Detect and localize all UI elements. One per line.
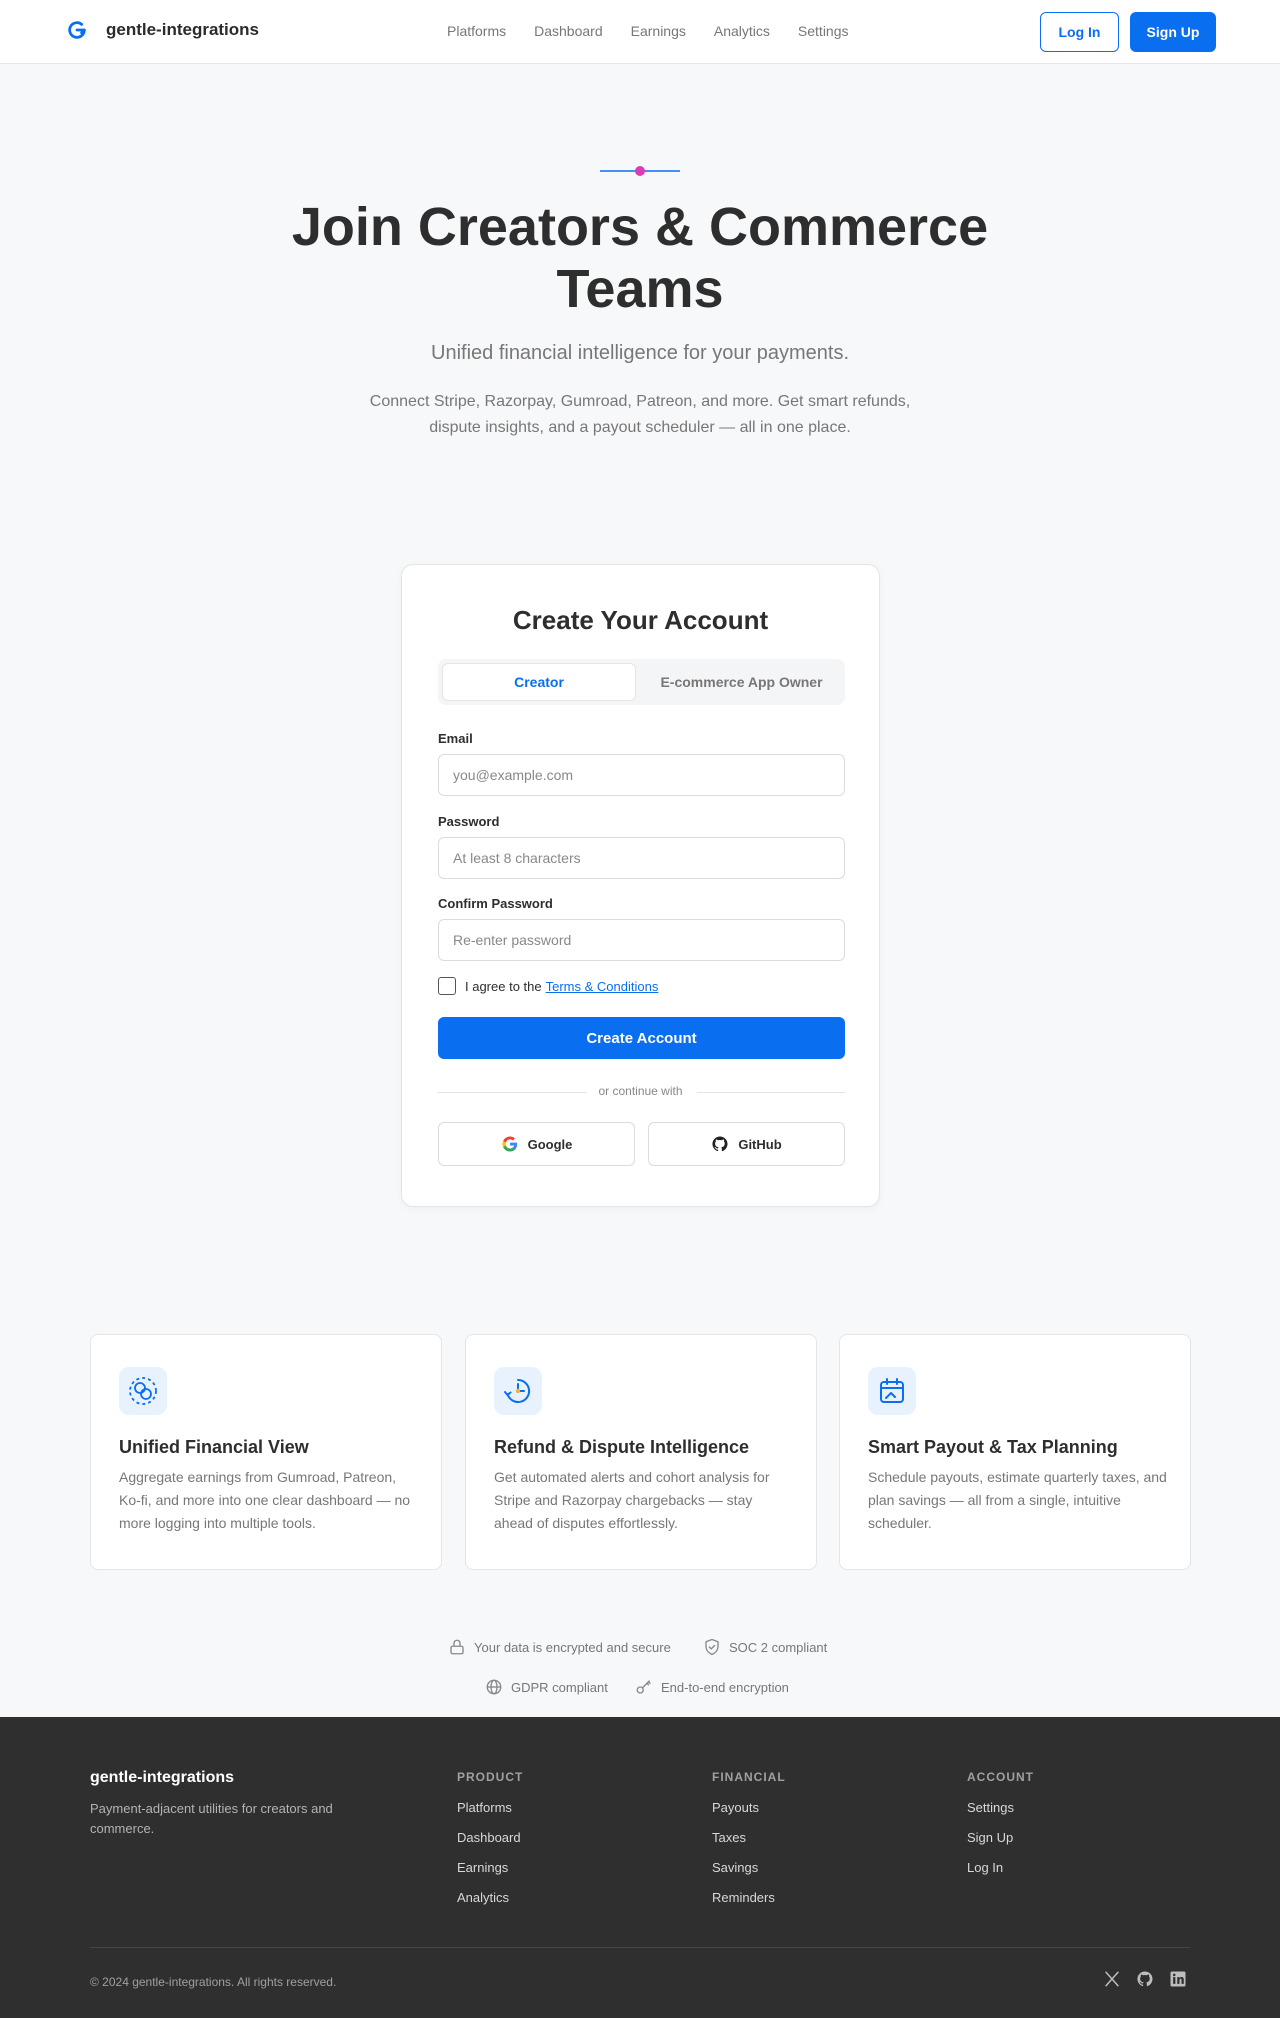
footer-copyright: © 2024 gentle-integrations. All rights r… [90, 1975, 337, 1989]
google-label: Google [527, 1136, 573, 1152]
feature-title: Refund & Dispute Intelligence [494, 1437, 750, 1457]
feature-icon-box [868, 1367, 916, 1415]
logo-icon [68, 21, 86, 39]
globe-icon [486, 1679, 502, 1695]
hero-subtitle: Unified financial intelligence for your … [431, 342, 849, 364]
footer-column-heading: PRODUCT [457, 1770, 524, 1784]
footer-column-account: ACCOUNT Settings Sign Up Log In [967, 1770, 1034, 1875]
github-icon[interactable] [1136, 1970, 1154, 1993]
footer-link-earnings[interactable]: Earnings [457, 1860, 523, 1875]
hero-title: Join Creators & Commerce Teams [291, 197, 989, 319]
brand-logo-link[interactable]: gentle-integrations [66, 19, 259, 41]
calendar-chart-icon [880, 1378, 904, 1403]
footer-tagline: Payment-adjacent utilities for creators … [90, 1801, 333, 1836]
footer-column-financial: FINANCIAL Payouts Taxes Savings Reminder… [712, 1770, 786, 1905]
confirm-password-label: Confirm Password [438, 896, 553, 911]
email-label: Email [438, 731, 473, 746]
footer-link-dashboard[interactable]: Dashboard [457, 1830, 523, 1845]
linkedin-icon[interactable] [1169, 1970, 1187, 1993]
feature-card-payout-tax: Smart Payout & Tax Planning Schedule pay… [839, 1334, 1191, 1570]
signup-card-title: Create Your Account [512, 605, 769, 635]
agree-text: I agree to the [465, 978, 542, 994]
nav-platforms[interactable]: Platforms [447, 23, 506, 39]
feature-icon-box [494, 1367, 542, 1415]
google-icon [502, 1136, 517, 1152]
feature-title: Unified Financial View [119, 1437, 309, 1457]
trust-gdpr-text: GDPR compliant [511, 1679, 608, 1695]
email-field[interactable] [438, 754, 845, 796]
login-button[interactable]: Log In [1040, 12, 1119, 52]
trust-soc2: SOC 2 compliant [703, 1638, 827, 1656]
footer-column-heading: ACCOUNT [967, 1770, 1034, 1784]
footer-link-payouts[interactable]: Payouts [712, 1800, 786, 1815]
footer-link-reminders[interactable]: Reminders [712, 1890, 786, 1905]
shield-check-icon [705, 1638, 719, 1656]
nav-analytics[interactable]: Analytics [714, 23, 770, 39]
tab-creator[interactable]: Creator [442, 663, 636, 701]
nav-dashboard[interactable]: Dashboard [534, 23, 603, 39]
github-signin-button[interactable]: GitHub [648, 1122, 845, 1166]
nav-earnings[interactable]: Earnings [631, 23, 686, 39]
footer-divider [90, 1947, 1190, 1948]
trust-encrypted-text: Your data is encrypted and secure [474, 1639, 671, 1655]
footer-link-signup[interactable]: Sign Up [967, 1830, 1034, 1845]
github-icon [712, 1136, 728, 1152]
trust-encrypted: Your data is encrypted and secure [448, 1638, 671, 1656]
divider-text: or continue with [598, 1084, 683, 1098]
trust-soc2-text: SOC 2 compliant [729, 1639, 828, 1655]
key-icon [636, 1680, 651, 1694]
footer-link-settings[interactable]: Settings [967, 1800, 1034, 1815]
coins-icon [129, 1377, 157, 1405]
account-type-tabs: Creator E-commerce App Owner [438, 659, 845, 705]
password-field[interactable] [438, 837, 845, 879]
terms-checkbox[interactable] [438, 977, 456, 995]
feature-description: Aggregate earnings from Gumroad, Patreon… [119, 1469, 411, 1531]
footer-link-analytics[interactable]: Analytics [457, 1890, 523, 1905]
feature-card-unified-view: Unified Financial View Aggregate earning… [90, 1334, 442, 1570]
footer-column-product: PRODUCT Platforms Dashboard Earnings Ana… [457, 1770, 524, 1905]
github-label: GitHub [738, 1136, 782, 1152]
password-label: Password [438, 814, 500, 829]
site-header: gentle-integrations Platforms Dashboard … [0, 0, 1280, 64]
feature-icon-box [119, 1367, 167, 1415]
tab-ecommerce-app-owner[interactable]: E-commerce App Owner [642, 663, 841, 701]
trust-e2e: End-to-end encryption [635, 1678, 789, 1696]
brand-name: gentle-integrations [106, 20, 260, 39]
site-footer: gentle-integrations Payment-adjacent uti… [0, 1717, 1280, 2018]
terms-agreement: I agree to the Terms & Conditions [438, 977, 658, 995]
feature-card-refund-dispute: Refund & Dispute Intelligence Get automa… [465, 1334, 817, 1570]
lock-icon [450, 1639, 464, 1655]
refund-chart-icon [504, 1378, 531, 1403]
hero-description: Connect Stripe, Razorpay, Gumroad, Patre… [369, 393, 911, 436]
footer-link-login[interactable]: Log In [967, 1860, 1034, 1875]
google-signin-button[interactable]: Google [438, 1122, 635, 1166]
nav-settings[interactable]: Settings [798, 23, 849, 39]
feature-description: Schedule payouts, estimate quarterly tax… [868, 1469, 1167, 1531]
footer-link-platforms[interactable]: Platforms [457, 1800, 523, 1815]
footer-brand: gentle-integrations [90, 1769, 235, 1786]
signup-card: Create Your Account Creator E-commerce A… [401, 564, 880, 1207]
trust-e2e-text: End-to-end encryption [661, 1679, 789, 1695]
hero-decoration-icon [600, 166, 680, 176]
terms-link[interactable]: Terms & Conditions [546, 979, 659, 994]
trust-gdpr: GDPR compliant [485, 1678, 608, 1696]
footer-link-taxes[interactable]: Taxes [712, 1830, 786, 1845]
footer-link-savings[interactable]: Savings [712, 1860, 786, 1875]
feature-description: Get automated alerts and cohort analysis… [494, 1469, 770, 1531]
confirm-password-field[interactable] [438, 919, 845, 961]
create-account-button[interactable]: Create Account [438, 1017, 845, 1059]
feature-title: Smart Payout & Tax Planning [868, 1437, 1118, 1457]
x-icon[interactable] [1103, 1970, 1121, 1993]
main-nav: Platforms Dashboard Earnings Analytics S… [447, 23, 877, 39]
footer-column-heading: FINANCIAL [712, 1770, 786, 1784]
social-links [1103, 1970, 1187, 1993]
signup-button[interactable]: Sign Up [1130, 12, 1216, 52]
